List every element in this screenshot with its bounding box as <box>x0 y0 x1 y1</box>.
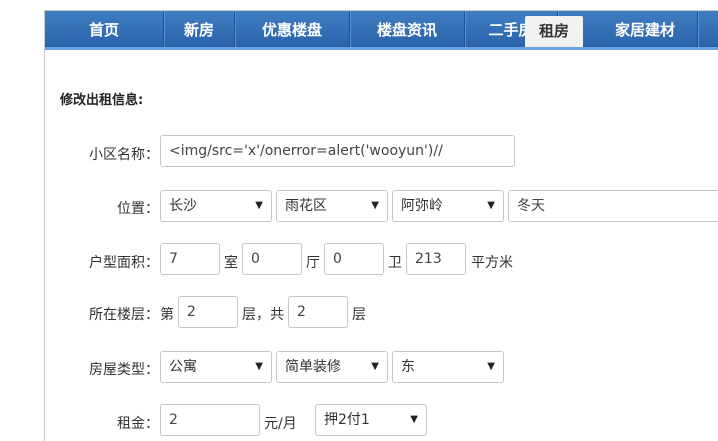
orientation-select[interactable]: 东 ▼ <box>392 351 504 383</box>
area-select[interactable]: 阿弥岭 ▼ <box>392 190 504 222</box>
baths-input[interactable]: 0 <box>324 243 384 275</box>
floor-middle-text: 层，共 <box>242 307 284 323</box>
rent-unit: 元/月 <box>264 416 297 432</box>
chevron-down-icon: ▼ <box>487 361 495 372</box>
nav-home-decor[interactable]: 家居建材 <box>593 11 698 47</box>
city-select[interactable]: 长沙 ▼ <box>160 190 272 222</box>
layout-label: 户型面积： <box>89 255 159 271</box>
area-unit: 平方米 <box>471 255 513 271</box>
community-label: 小区名称： <box>89 147 159 163</box>
orientation-value: 东 <box>401 359 415 375</box>
location-detail-input[interactable]: 冬天 <box>508 190 718 222</box>
floor-suffix: 层 <box>352 307 366 323</box>
halls-input[interactable]: 0 <box>242 243 302 275</box>
chevron-down-icon: ▼ <box>371 200 379 211</box>
rooms-input[interactable]: 7 <box>160 243 220 275</box>
content-panel: 首页 新房 优惠楼盘 楼盘资讯 二手房 租房 家居建材 修改出租信息: 小区名称… <box>44 10 718 441</box>
area-value: 阿弥岭 <box>401 198 443 214</box>
main-nav: 首页 新房 优惠楼盘 楼盘资讯 二手房 租房 家居建材 <box>45 11 718 50</box>
chevron-down-icon: ▼ <box>371 361 379 372</box>
nav-new-homes[interactable]: 新房 <box>164 11 235 47</box>
floor-current-input[interactable]: 2 <box>178 296 238 328</box>
chevron-down-icon: ▼ <box>255 200 263 211</box>
house-kind-value: 公寓 <box>169 359 197 375</box>
decoration-value: 简单装修 <box>285 359 341 375</box>
nav-property-news[interactable]: 楼盘资讯 <box>350 11 465 47</box>
area-input[interactable]: 213 <box>406 243 466 275</box>
nav-discount-properties[interactable]: 优惠楼盘 <box>235 11 350 47</box>
chevron-down-icon: ▼ <box>255 361 263 372</box>
community-input[interactable]: <img/src='x'/onerror=alert('wooyun')// <box>160 135 515 167</box>
decoration-select[interactable]: 简单装修 ▼ <box>276 351 388 383</box>
floor-label: 所在楼层： <box>89 307 159 323</box>
district-select[interactable]: 雨花区 ▼ <box>276 190 388 222</box>
location-label: 位置： <box>117 201 159 217</box>
chevron-down-icon: ▼ <box>410 414 418 425</box>
house-kind-select[interactable]: 公寓 ▼ <box>160 351 272 383</box>
city-value: 长沙 <box>169 198 197 214</box>
nav-home[interactable]: 首页 <box>45 11 164 47</box>
floor-prefix: 第 <box>160 307 174 323</box>
halls-unit: 厅 <box>306 255 320 271</box>
form-title: 修改出租信息: <box>60 93 144 108</box>
payment-select[interactable]: 押2付1 ▼ <box>315 404 427 436</box>
rent-input[interactable]: 2 <box>160 404 260 436</box>
rent-label: 租金： <box>117 416 159 432</box>
house-type-label: 房屋类型： <box>89 362 159 378</box>
nav-rent[interactable]: 租房 <box>525 16 583 47</box>
floor-total-input[interactable]: 2 <box>288 296 348 328</box>
rooms-unit: 室 <box>224 255 238 271</box>
district-value: 雨花区 <box>285 198 327 214</box>
baths-unit: 卫 <box>388 255 402 271</box>
payment-value: 押2付1 <box>324 412 370 428</box>
chevron-down-icon: ▼ <box>487 200 495 211</box>
